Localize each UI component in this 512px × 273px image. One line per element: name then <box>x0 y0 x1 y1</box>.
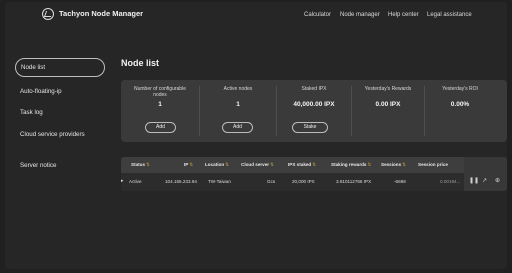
sort-icon[interactable]: ⇅ <box>225 162 229 167</box>
cell-sessions: -6698 <box>394 179 406 184</box>
node-table: Status⇅ IP⇅ Location⇅ Cloud server⇅ IPX … <box>121 157 507 191</box>
nav-help-center[interactable]: Help center <box>388 12 419 18</box>
chevron-right-icon[interactable]: ▸ <box>121 178 124 184</box>
app-title: Tachyon Node Manager <box>59 9 144 18</box>
stat-value: 40,000.00 IPX <box>293 101 335 108</box>
column-label: Session price <box>418 162 448 167</box>
stat-value: 1 <box>236 101 240 108</box>
nav-node-manager[interactable]: Node manager <box>340 12 380 18</box>
column-header-ip[interactable]: IP⇅ <box>184 162 193 168</box>
column-label: Location <box>205 162 225 167</box>
add-active-node-button[interactable]: Add <box>222 122 253 133</box>
sidebar-item-node-list[interactable]: Node list <box>15 58 105 77</box>
sort-icon[interactable]: ⇅ <box>270 162 274 167</box>
more-icon[interactable]: ⊕ <box>495 177 500 184</box>
stat-label: Yesterday's ROI <box>442 86 478 92</box>
sort-icon[interactable]: ⇅ <box>312 162 316 167</box>
nav-calculator[interactable]: Calculator <box>304 12 331 18</box>
table-header: Status⇅ IP⇅ Location⇅ Cloud server⇅ IPX … <box>121 157 507 173</box>
stat-value: 0.00 IPX <box>375 101 401 108</box>
sidebar-item-auto-floating-ip[interactable]: Auto-floating-ip <box>15 82 105 101</box>
sidebar-item-server-notice[interactable]: Server notice <box>15 156 105 175</box>
column-label: Staking rewards <box>331 162 367 167</box>
row-actions: ❚❚ ↗ ⊕ <box>464 157 507 191</box>
stat-label: Yesterday's Rewards <box>364 86 412 92</box>
column-label: IP <box>184 162 189 167</box>
divider <box>276 86 277 136</box>
stat-label: Staked IPX <box>301 86 327 92</box>
stake-button[interactable]: Stake <box>292 122 328 133</box>
cell-staking-rewards: 3.910112766 IPX <box>336 179 372 184</box>
stat-value: 0.00% <box>450 101 470 108</box>
column-label: Cloud server <box>241 162 270 167</box>
column-header-staking-rewards[interactable]: Staking rewards⇅ <box>331 162 371 168</box>
cell-location: TW-Taiwan <box>208 179 231 184</box>
column-header-cloud-server[interactable]: Cloud server⇅ <box>241 162 274 168</box>
column-label: Sessions <box>381 162 402 167</box>
column-header-sessions[interactable]: Sessions⇅ <box>381 162 406 168</box>
sort-icon[interactable]: ⇅ <box>146 162 150 167</box>
cell-session-price: 0.00194... <box>440 179 461 184</box>
cell-cloud-server: Gcs <box>267 179 276 184</box>
stat-yesterday-roi: Yesterday's ROI 0.00% <box>425 80 495 142</box>
sort-icon[interactable]: ⇅ <box>368 162 372 167</box>
stat-label: Active nodes <box>223 86 253 92</box>
page-title: Node list <box>121 58 160 68</box>
stat-yesterday-rewards: Yesterday's Rewards 0.00 IPX <box>353 80 423 142</box>
column-header-ipx-staked[interactable]: IPX staked⇅ <box>288 162 316 168</box>
cell-ipx-staked: 20,000 IPX <box>292 179 315 184</box>
column-header-location[interactable]: Location⇅ <box>205 162 229 168</box>
sort-icon[interactable]: ⇅ <box>189 162 193 167</box>
table-row[interactable]: ▸ Active 104.155.233.94 TW-Taiwan Gcs 20… <box>121 173 507 191</box>
sidebar-item-cloud-service-providers[interactable]: Cloud service providers <box>15 125 105 144</box>
column-header-session-price[interactable]: Session price <box>418 162 448 167</box>
tachyon-logo-icon[interactable] <box>42 8 54 20</box>
stat-active-nodes: Active nodes 1 Add <box>203 80 273 142</box>
sort-icon[interactable]: ⇅ <box>402 162 406 167</box>
column-label: IPX staked <box>288 162 312 167</box>
external-link-icon[interactable]: ↗ <box>482 177 487 184</box>
pause-icon[interactable]: ❚❚ <box>469 177 479 184</box>
column-label: Status <box>131 162 146 167</box>
column-header-status[interactable]: Status⇅ <box>131 162 150 168</box>
stat-staked-ipx: Staked IPX 40,000.00 IPX Stake <box>279 80 349 142</box>
nav-legal-assistance[interactable]: Legal assistance <box>427 12 472 18</box>
divider <box>351 86 352 136</box>
sidebar-item-task-log[interactable]: Task log <box>15 103 105 122</box>
divider <box>199 86 200 136</box>
cell-ip: 104.155.233.94 <box>165 179 197 184</box>
stats-panel: Number of configurable nodes 1 Add Activ… <box>121 80 507 142</box>
stat-configurable-nodes: Number of configurable nodes 1 Add <box>125 80 195 142</box>
cell-status: Active <box>129 179 142 184</box>
stat-label: Number of configurable nodes <box>134 86 186 98</box>
add-node-button[interactable]: Add <box>145 122 176 133</box>
app-window: Tachyon Node Manager Calculator Node man… <box>5 2 507 269</box>
stat-value: 1 <box>158 101 162 108</box>
top-header: Tachyon Node Manager Calculator Node man… <box>5 2 507 28</box>
